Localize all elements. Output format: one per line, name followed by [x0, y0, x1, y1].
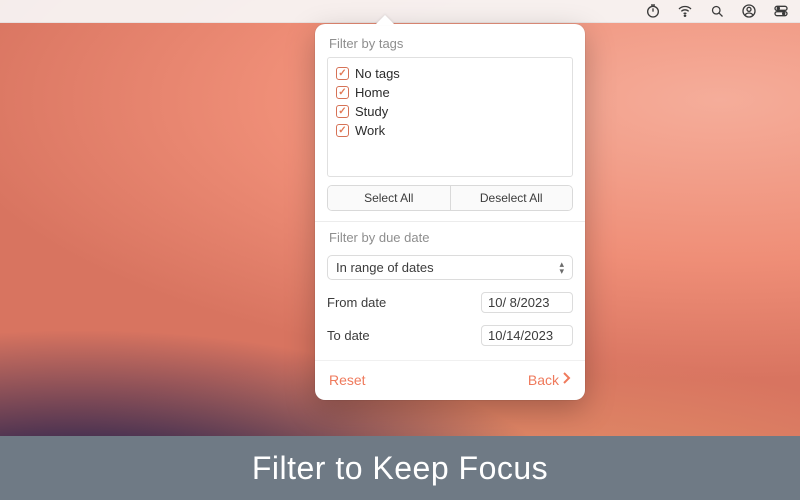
filter-by-tags-label: Filter by tags [315, 36, 585, 57]
tag-option-label: Home [355, 85, 390, 100]
wifi-icon[interactable] [676, 2, 694, 20]
filter-popover: Filter by tags No tags Home Study Work S… [315, 24, 585, 400]
checkbox-icon[interactable] [336, 86, 349, 99]
tag-option-study[interactable]: Study [336, 102, 564, 121]
checkbox-icon[interactable] [336, 105, 349, 118]
back-button-label: Back [528, 372, 559, 388]
popover-arrow [375, 15, 395, 25]
from-date-label: From date [327, 295, 386, 310]
checkbox-icon[interactable] [336, 67, 349, 80]
tag-option-label: Study [355, 104, 388, 119]
timer-icon[interactable] [644, 2, 662, 20]
from-date-field[interactable]: 10/ 8/2023 [481, 292, 573, 313]
tag-list: No tags Home Study Work [327, 57, 573, 177]
to-date-field[interactable]: 10/14/2023 [481, 325, 573, 346]
tag-option-no-tags[interactable]: No tags [336, 64, 564, 83]
divider [315, 221, 585, 222]
select-deselect-segment: Select All Deselect All [327, 185, 573, 211]
checkbox-icon[interactable] [336, 124, 349, 137]
user-icon[interactable] [740, 2, 758, 20]
back-button[interactable]: Back [528, 371, 571, 388]
tag-option-work[interactable]: Work [336, 121, 564, 140]
chevron-right-icon [561, 371, 571, 388]
macos-menubar [0, 0, 800, 23]
control-center-icon[interactable] [772, 2, 790, 20]
promo-caption: Filter to Keep Focus [0, 436, 800, 500]
filter-by-due-date-label: Filter by due date [315, 230, 585, 251]
search-icon[interactable] [708, 2, 726, 20]
deselect-all-button[interactable]: Deselect All [451, 186, 573, 210]
tag-option-home[interactable]: Home [336, 83, 564, 102]
to-date-label: To date [327, 328, 370, 343]
tag-option-label: Work [355, 123, 385, 138]
tag-option-label: No tags [355, 66, 400, 81]
select-all-button[interactable]: Select All [328, 186, 451, 210]
date-range-mode-value: In range of dates [336, 260, 434, 275]
updown-stepper-icon: ▴▾ [559, 261, 564, 275]
date-range-mode-select[interactable]: In range of dates ▴▾ [327, 255, 573, 280]
reset-button[interactable]: Reset [329, 372, 366, 388]
